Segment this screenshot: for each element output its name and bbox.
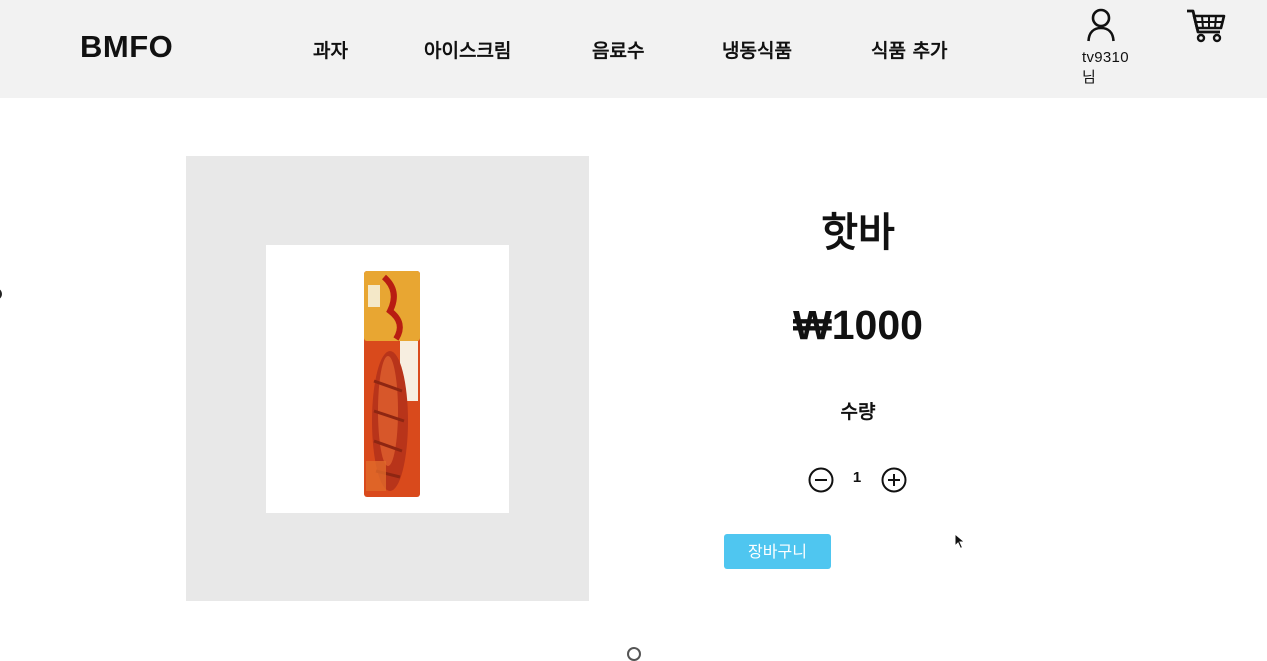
mouse-cursor-icon bbox=[954, 533, 966, 550]
user-icon bbox=[1087, 8, 1115, 42]
user-honorific-text: 님 bbox=[1082, 69, 1097, 86]
carousel-indicator-dot[interactable] bbox=[627, 647, 641, 661]
site-logo[interactable]: BMFO bbox=[80, 29, 173, 65]
product-image-panel bbox=[186, 156, 589, 601]
nav-item-snacks[interactable]: 과자 bbox=[313, 36, 348, 63]
user-id-text: tv9310 bbox=[1082, 49, 1129, 66]
shopping-cart-icon[interactable] bbox=[1186, 8, 1226, 44]
user-name: tv9310 님 bbox=[1082, 48, 1144, 88]
user-account-button[interactable]: tv9310 님 bbox=[1082, 8, 1144, 88]
nav-item-add-food[interactable]: 식품 추가 bbox=[871, 36, 948, 63]
nav-item-beverages[interactable]: 음료수 bbox=[592, 36, 644, 63]
nav-item-ice-cream[interactable]: 아이스크림 bbox=[424, 36, 511, 63]
add-to-cart-button[interactable]: 장바구니 bbox=[724, 534, 831, 569]
top-navigation-bar: BMFO 과자 아이스크림 음료수 냉동식품 식품 추가 tv9310 님 bbox=[0, 0, 1267, 98]
decrease-quantity-button[interactable] bbox=[808, 467, 834, 493]
product-image-frame bbox=[266, 245, 509, 513]
carousel-prev-indicator[interactable] bbox=[0, 289, 2, 299]
nav-item-frozen-food[interactable]: 냉동식품 bbox=[722, 36, 792, 63]
increase-quantity-button[interactable] bbox=[881, 467, 907, 493]
product-price: ₩1000 bbox=[793, 302, 923, 348]
product-image bbox=[364, 271, 420, 497]
product-name: 핫바 bbox=[821, 210, 895, 256]
quantity-label: 수량 bbox=[840, 401, 876, 423]
quantity-value: 1 bbox=[852, 469, 862, 486]
